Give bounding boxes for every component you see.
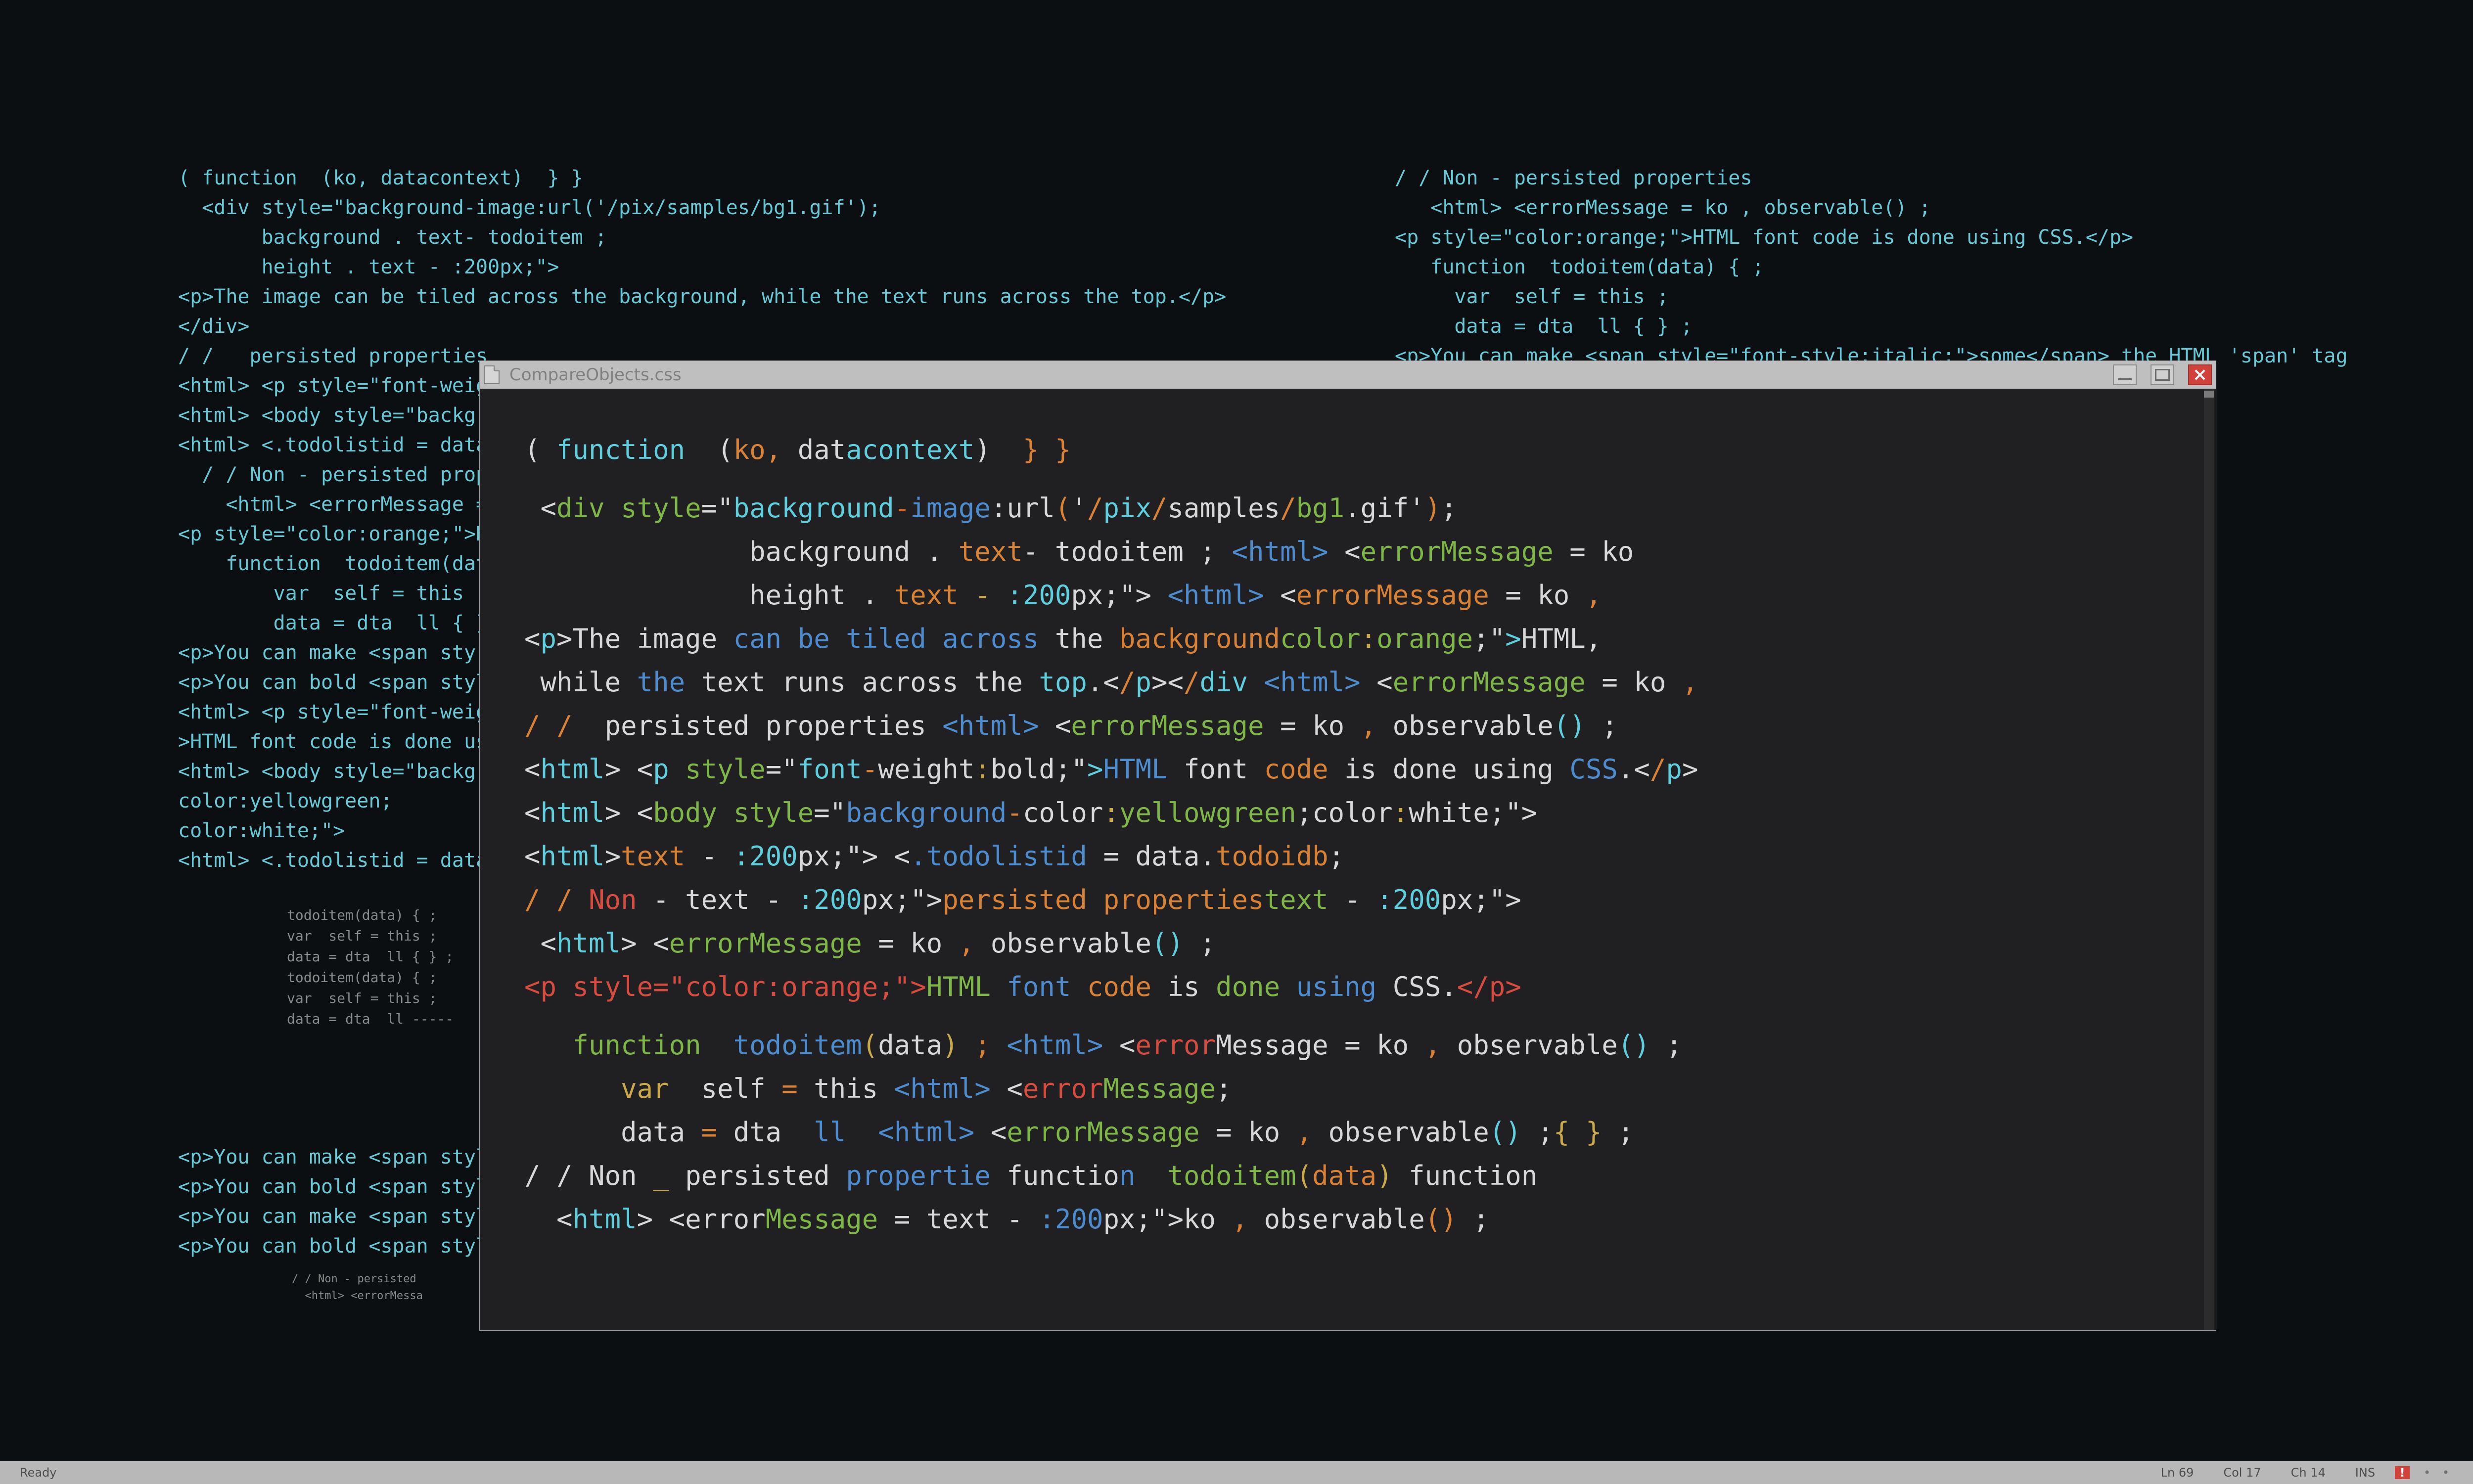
minimize-button[interactable] (2113, 364, 2137, 385)
status-error-icon[interactable]: ! (2395, 1466, 2410, 1479)
window-title: CompareObjects.css (509, 365, 682, 385)
close-button[interactable] (2188, 364, 2212, 385)
scrollbar-track[interactable] (2204, 389, 2214, 1330)
status-dots: • • (2424, 1466, 2453, 1480)
bg-right-column: / / Non - persisted properties <html> <e… (1395, 163, 2348, 371)
maximize-button[interactable] (2151, 364, 2174, 385)
compare-window: CompareObjects.css ( function (ko, datac… (480, 361, 2216, 1330)
status-ready: Ready (20, 1466, 57, 1480)
status-bar: Ready Ln 69 Col 17 Ch 14 INS ! • • (0, 1461, 2473, 1484)
status-ln: Ln 69 (2161, 1466, 2194, 1480)
scrollbar-thumb[interactable] (2204, 391, 2214, 398)
status-ins: INS (2355, 1466, 2375, 1480)
editor-pane[interactable]: ( function (ko, datacontext) } } <div st… (480, 389, 2216, 1330)
status-ch: Ch 14 (2291, 1466, 2326, 1480)
bg-left-small: todoitem(data) { ;var self = this ;data … (287, 905, 454, 1030)
document-icon (484, 365, 500, 384)
titlebar[interactable]: CompareObjects.css (480, 361, 2216, 389)
bg-left-tiny: / / Non - persisted <html> <errorMessa (292, 1271, 423, 1304)
status-col: Col 17 (2223, 1466, 2261, 1480)
